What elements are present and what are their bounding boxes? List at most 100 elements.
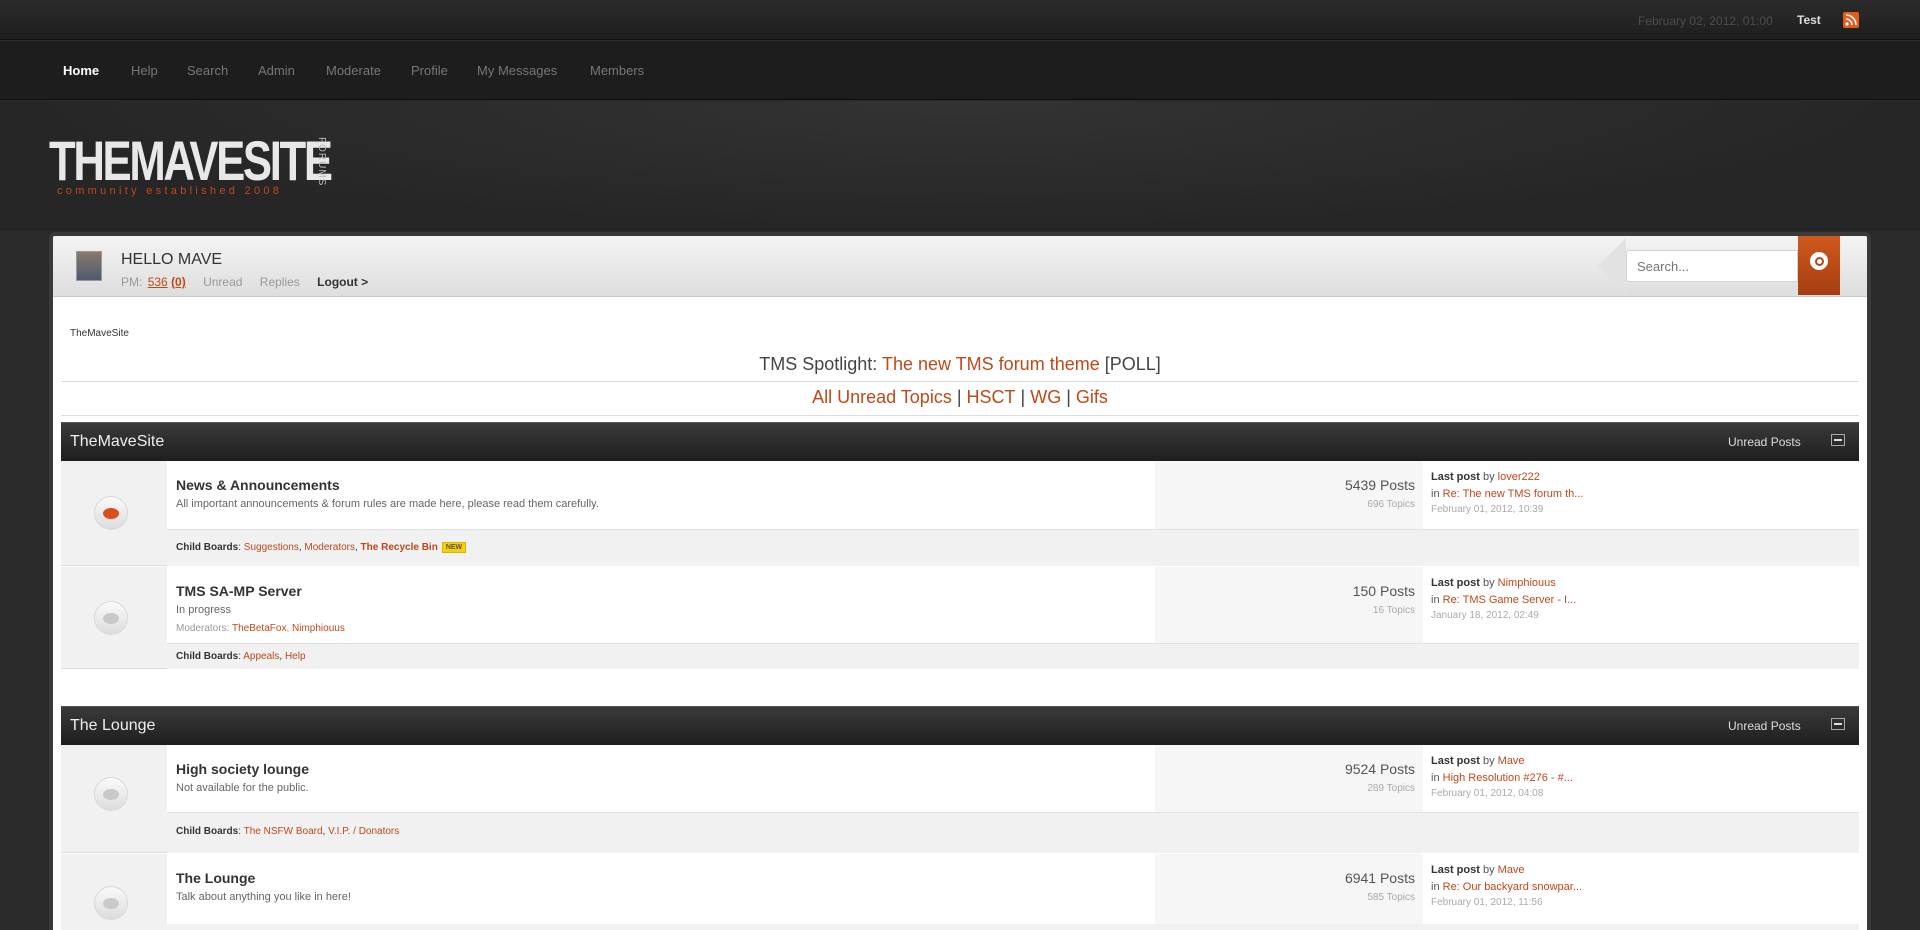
board-info: News & Announcements All important annou…: [167, 461, 1155, 529]
unread-link[interactable]: Unread: [203, 275, 242, 289]
board-tms-samp-server: TMS SA-MP Server In progress Moderators:…: [61, 567, 1859, 669]
child-board-link[interactable]: Moderators: [304, 542, 355, 553]
moderators-label: Moderators:: [176, 623, 230, 634]
quick-link-unread-topics[interactable]: All Unread Topics: [812, 387, 952, 407]
search-icon: [1810, 252, 1828, 270]
last-post-user[interactable]: lover222: [1498, 471, 1540, 483]
child-boards-label: Child Boards: [176, 651, 239, 662]
nav-search[interactable]: Search: [187, 63, 228, 78]
collapse-icon[interactable]: [1831, 434, 1845, 446]
last-post-in: in: [1431, 772, 1440, 784]
last-post-in: in: [1431, 488, 1440, 500]
last-post-topic-line: in High Resolution #276 - #...: [1431, 772, 1573, 784]
user-link[interactable]: Test: [1797, 13, 1821, 27]
board-description: Talk about anything you like in here!: [176, 891, 351, 903]
child-boards: Child Boards: Suggestions, Moderators, T…: [176, 542, 467, 553]
board-post-count: 5439 Posts: [1344, 477, 1415, 493]
last-post-topic[interactable]: Re: The new TMS forum th...: [1443, 488, 1584, 500]
board-last-post: Last post by Nimphiouus in Re: TMS Game …: [1423, 567, 1859, 643]
search-button[interactable]: [1798, 236, 1840, 295]
board-info: The Lounge Talk about anything you like …: [167, 854, 1155, 924]
breadcrumb[interactable]: TheMaveSite: [70, 328, 129, 339]
board-no-new-posts-icon[interactable]: [94, 886, 128, 920]
child-board-link[interactable]: Help: [285, 651, 306, 662]
board-info: High society lounge Not available for th…: [167, 745, 1155, 812]
spotlight: TMS Spotlight: The new TMS forum theme […: [53, 354, 1867, 375]
child-board-link[interactable]: The NSFW Board: [244, 826, 323, 837]
last-post-user[interactable]: Mave: [1498, 755, 1525, 767]
category-header-the-lounge: The Lounge Unread Posts: [61, 706, 1859, 745]
main-nav: Home Help Search Admin Moderate Profile …: [0, 41, 1920, 100]
moderator-link[interactable]: TheBetaFox: [232, 623, 286, 634]
board-new-posts-icon[interactable]: [94, 496, 128, 530]
child-boards-label: Child Boards: [176, 826, 239, 837]
search-input[interactable]: [1626, 250, 1798, 282]
category-unread-link[interactable]: Unread Posts: [1728, 719, 1801, 733]
category-title[interactable]: The Lounge: [70, 717, 155, 735]
child-boards-label: Child Boards: [176, 542, 239, 553]
board-post-count: 6941 Posts: [1344, 870, 1415, 886]
avatar[interactable]: [76, 251, 102, 281]
child-boards: Child Boards: Appeals, Help: [176, 651, 306, 662]
board-moderators: Moderators: TheBetaFox, Nimphiouus: [176, 623, 345, 634]
board-icon-column: [61, 461, 167, 565]
quick-sep: |: [956, 387, 962, 407]
quick-links: All Unread Topics | HSCT | WG | Gifs: [53, 387, 1867, 408]
nav-profile[interactable]: Profile: [411, 63, 448, 78]
category-header-themavesite: TheMaveSite Unread Posts: [61, 422, 1859, 461]
nav-home[interactable]: Home: [63, 63, 99, 78]
nav-members[interactable]: Members: [590, 63, 644, 78]
board-name[interactable]: News & Announcements: [176, 477, 340, 493]
site-logo[interactable]: THEMAVESITE FORUMS community established…: [49, 131, 349, 201]
pm-count-link[interactable]: 536: [148, 275, 168, 289]
board-post-count: 9524 Posts: [1344, 761, 1415, 777]
last-post-line: Last post by lover222: [1431, 471, 1540, 483]
board-no-new-posts-icon[interactable]: [94, 601, 128, 635]
collapse-icon[interactable]: [1831, 718, 1845, 730]
moderator-link[interactable]: Nimphiouus: [292, 623, 345, 634]
spotlight-suffix: [POLL]: [1104, 354, 1161, 374]
board-stats: 9524 Posts 289 Topics: [1155, 745, 1423, 812]
board-high-society-lounge: High society lounge Not available for th…: [61, 745, 1859, 853]
replies-link[interactable]: Replies: [260, 275, 300, 289]
nav-admin[interactable]: Admin: [258, 63, 295, 78]
search-area: [1598, 236, 1858, 297]
board-description: All important announcements & forum rule…: [176, 498, 599, 510]
child-board-link[interactable]: Suggestions: [244, 542, 299, 553]
last-post-date: February 01, 2012, 11:56: [1431, 897, 1543, 908]
quick-link-wg[interactable]: WG: [1030, 387, 1061, 407]
spotlight-link[interactable]: The new TMS forum theme: [882, 354, 1100, 374]
last-post-topic[interactable]: Re: TMS Game Server - I...: [1443, 594, 1577, 606]
last-post-user[interactable]: Nimphiouus: [1498, 577, 1556, 589]
child-boards-row: Child Boards: Suggestions, Moderators, T…: [167, 529, 1859, 566]
board-name[interactable]: TMS SA-MP Server: [176, 583, 302, 599]
last-post-in: in: [1431, 881, 1440, 893]
board-name[interactable]: High society lounge: [176, 761, 309, 777]
child-board-link[interactable]: V.I.P. / Donators: [328, 826, 399, 837]
quick-link-gifs[interactable]: Gifs: [1076, 387, 1108, 407]
logo-wordmark: THEMAVESITE: [49, 129, 333, 192]
category-title[interactable]: TheMaveSite: [70, 433, 164, 451]
last-post-topic-line: in Re: TMS Game Server - I...: [1431, 594, 1576, 606]
category-unread-link[interactable]: Unread Posts: [1728, 435, 1801, 449]
board-topic-count: 696 Topics: [1367, 499, 1415, 510]
current-datetime: February 02, 2012, 01:00: [1638, 14, 1773, 28]
nav-help[interactable]: Help: [131, 63, 158, 78]
nav-moderate[interactable]: Moderate: [326, 63, 381, 78]
child-board-link[interactable]: Appeals: [243, 651, 279, 662]
child-board-link[interactable]: The Recycle Bin: [361, 542, 438, 553]
logout-link[interactable]: Logout >: [317, 275, 368, 289]
last-post-topic[interactable]: High Resolution #276 - #...: [1443, 772, 1573, 784]
nav-my-messages[interactable]: My Messages: [477, 63, 557, 78]
pm-new-link[interactable]: (0): [171, 275, 186, 289]
board-description: Not available for the public.: [176, 782, 309, 794]
last-post-line: Last post by Mave: [1431, 755, 1525, 767]
board-no-new-posts-icon[interactable]: [94, 777, 128, 811]
last-post-user[interactable]: Mave: [1498, 864, 1525, 876]
board-name[interactable]: The Lounge: [176, 870, 255, 886]
quick-link-hsct[interactable]: HSCT: [967, 387, 1016, 407]
pm-label: PM:: [121, 275, 143, 289]
last-post-topic[interactable]: Re: Our backyard snowpar...: [1443, 881, 1582, 893]
rss-icon[interactable]: [1843, 12, 1859, 28]
user-links: PM: 536 (0) Unread Replies Logout >: [121, 275, 368, 289]
